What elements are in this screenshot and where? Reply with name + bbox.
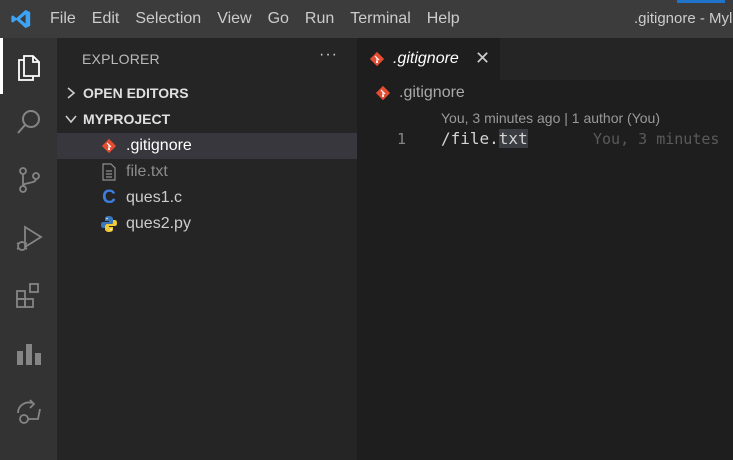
file-label: file.txt — [126, 163, 168, 180]
file-row-file-txt[interactable]: file.txt — [57, 159, 357, 185]
text-file-icon — [99, 162, 119, 182]
tab-bar: .gitignore ✕ — [357, 38, 733, 80]
menu-go[interactable]: Go — [260, 0, 297, 38]
vscode-logo-icon — [0, 0, 42, 38]
tab-label: .gitignore — [393, 50, 459, 67]
file-label: ques1.c — [126, 189, 183, 206]
files-icon[interactable] — [0, 38, 57, 94]
window-title: .gitignore - Myl — [634, 10, 733, 27]
menu-edit[interactable]: Edit — [84, 0, 128, 38]
git-icon — [99, 136, 119, 156]
project-section[interactable]: MYPROJECT — [57, 106, 357, 132]
chart-icon[interactable] — [0, 326, 57, 382]
menu-view[interactable]: View — [209, 0, 259, 38]
explorer-sidebar: EXPLORER ··· OPEN EDITORS MYPROJECT .git… — [57, 38, 357, 460]
menu-run[interactable]: Run — [297, 0, 342, 38]
codelens-author-info[interactable]: You, 3 minutes ago | 1 author (You) — [441, 110, 660, 126]
project-label: MYPROJECT — [83, 111, 171, 127]
git-icon — [375, 85, 391, 101]
menu-selection[interactable]: Selection — [127, 0, 209, 38]
run-debug-icon[interactable] — [0, 210, 57, 266]
menu-terminal[interactable]: Terminal — [342, 0, 418, 38]
file-row-gitignore[interactable]: .gitignore — [57, 133, 357, 159]
c-lang-icon: C — [102, 187, 116, 208]
file-row-ques1-c[interactable]: C ques1.c — [57, 185, 357, 211]
git-icon — [369, 51, 385, 67]
more-actions-icon[interactable]: ··· — [319, 46, 338, 64]
code-line-1[interactable]: /file.txt — [441, 129, 528, 148]
file-row-ques2-py[interactable]: ques2.py — [57, 211, 357, 237]
file-label: .gitignore — [126, 137, 192, 154]
search-icon[interactable] — [0, 94, 57, 150]
breadcrumb[interactable]: .gitignore — [375, 84, 465, 102]
title-bar: File Edit Selection View Go Run Terminal… — [0, 0, 733, 38]
close-icon[interactable]: ✕ — [475, 48, 490, 69]
open-editors-label: OPEN EDITORS — [83, 85, 189, 101]
menu-help[interactable]: Help — [419, 0, 468, 38]
menu-file[interactable]: File — [42, 0, 84, 38]
menu-bar: File Edit Selection View Go Run Terminal… — [42, 0, 468, 38]
active-indicator — [0, 38, 3, 94]
editor-area: .gitignore ✕ .gitignore You, 3 minutes a… — [357, 38, 733, 460]
code-text: /file. — [441, 129, 499, 148]
tab-gitignore[interactable]: .gitignore ✕ — [357, 38, 500, 80]
open-editors-section[interactable]: OPEN EDITORS — [57, 80, 357, 106]
extensions-icon[interactable] — [0, 268, 57, 324]
file-label: ques2.py — [126, 215, 191, 232]
chevron-right-icon — [59, 87, 83, 99]
remote-icon[interactable] — [0, 384, 57, 440]
source-control-icon[interactable] — [0, 152, 57, 208]
sidebar-title: EXPLORER — [82, 51, 160, 67]
chevron-down-icon — [59, 114, 83, 124]
breadcrumb-file[interactable]: .gitignore — [399, 84, 465, 102]
activity-bar — [0, 38, 57, 460]
line-number: 1 — [397, 130, 407, 148]
code-highlight: txt — [498, 129, 528, 148]
python-icon — [99, 214, 119, 234]
inline-blame: You, 3 minutes — [593, 130, 720, 148]
